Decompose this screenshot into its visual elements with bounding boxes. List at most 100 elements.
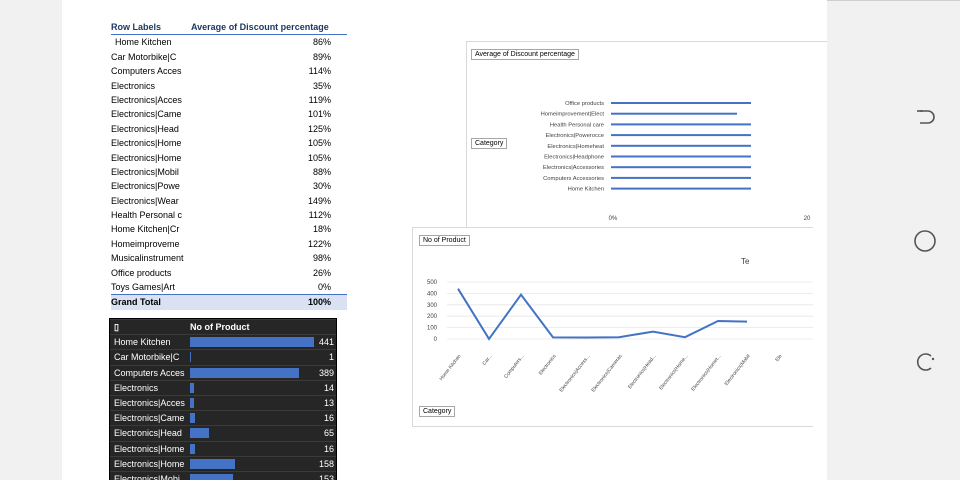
product-table-row: Electronics|Mobi 153 (110, 470, 336, 480)
pivot-row-label[interactable]: Musicalinstrument (111, 251, 191, 265)
pivot-header-value[interactable]: Average of Discount percentage (191, 20, 347, 34)
bar (611, 144, 751, 147)
pivot-row-value[interactable]: 30% (191, 179, 331, 193)
pivot-row-value[interactable]: 122% (191, 237, 331, 251)
data-line (457, 288, 748, 341)
home-circle-icon[interactable] (912, 228, 938, 254)
pivot-row-label[interactable]: Homeimproveme (111, 237, 191, 251)
x-category-label: Electronics|Home... (658, 354, 689, 392)
product-row-value[interactable]: 441 (319, 335, 334, 349)
pivot-row-value[interactable]: 86% (191, 35, 331, 49)
line-chart-plot: 500 400 300 200 100 0 Home Kitchen Car... Comput… (427, 257, 813, 394)
product-count-table: ▯ No of Product Home Kitchen 441 Car Motor… (109, 318, 337, 480)
bar-chart-plot: Office products Homeimprovement|Elect Heal… (541, 101, 811, 222)
product-row-label[interactable]: Electronics (110, 381, 190, 395)
pivot-row-value[interactable]: 89% (191, 50, 331, 64)
product-row-label[interactable]: Computers Acces (110, 366, 190, 380)
product-row-label[interactable]: Electronics|Came (110, 411, 190, 425)
pivot-total-value[interactable]: 100% (191, 295, 331, 309)
pivot-row-value[interactable]: 125% (191, 122, 331, 136)
y-tick-label: 300 (427, 303, 438, 309)
category-label: Computers Accessories (543, 176, 604, 182)
pivot-row-label[interactable]: Electronics|Head (111, 122, 191, 136)
product-row-label[interactable]: Electronics|Home (110, 442, 190, 456)
pivot-row-label[interactable]: Home Kitchen (111, 35, 191, 49)
pivot-row-label[interactable]: Office products (111, 266, 191, 280)
product-line-chart[interactable]: No of Product Category 500 400 300 200 100 0 H… (412, 227, 813, 427)
category-label: Office products (565, 101, 604, 107)
product-table-row: Electronics|Came 16 (110, 410, 336, 425)
y-tick-label: 500 (427, 280, 438, 286)
top-divider (827, 0, 960, 1)
x-category-label: Electronics (538, 353, 558, 376)
product-row-label[interactable]: Electronics|Head (110, 426, 190, 440)
product-table-header-icon[interactable]: ▯ (110, 320, 190, 334)
product-row-value[interactable]: 14 (324, 381, 334, 395)
pivot-total-label[interactable]: Grand Total (111, 295, 191, 309)
product-table-row: Home Kitchen 441 (110, 334, 336, 349)
pivot-row-value[interactable]: 98% (191, 251, 331, 265)
pivot-row-value[interactable]: 26% (191, 266, 331, 280)
pivot-row-value[interactable]: 105% (191, 151, 331, 165)
pivot-row-label[interactable]: Electronics|Came (111, 107, 191, 121)
category-label: Electronics|Accessories (543, 165, 604, 171)
pivot-row-label[interactable]: Electronics|Home (111, 136, 191, 150)
product-table-row: Car Motorbike|C 1 (110, 349, 336, 364)
pivot-row-label[interactable]: Car Motorbike|C (111, 50, 191, 64)
product-table-row: Electronics 14 (110, 379, 336, 395)
pivot-row-label[interactable]: Electronics (111, 79, 191, 93)
product-row-value[interactable]: 1 (329, 350, 334, 364)
x-tick-label: 0% (609, 216, 618, 222)
pivot-row: Electronics|Wear 149% (111, 194, 347, 208)
pivot-row-label[interactable]: Toys Games|Art (111, 280, 191, 294)
product-row-value[interactable]: 153 (319, 472, 334, 480)
product-row-value[interactable]: 158 (319, 457, 334, 471)
product-row-label[interactable]: Electronics|Mobi (110, 472, 190, 480)
product-row-label[interactable]: Electronics|Acces (110, 396, 190, 410)
product-table-row: Electronics|Home 16 (110, 440, 336, 456)
product-row-label[interactable]: Electronics|Home (110, 457, 190, 471)
category-label: Homeimprovement|Elect (541, 112, 605, 118)
pivot-row: Car Motorbike|C 89% (111, 50, 347, 64)
pivot-row-value[interactable]: 105% (191, 136, 331, 150)
x-category-label: Electronics|Access... (558, 354, 591, 394)
data-bar (190, 337, 314, 348)
product-row-label[interactable]: Home Kitchen (110, 335, 190, 349)
pivot-row-label[interactable]: Electronics|Wear (111, 194, 191, 208)
product-row-value[interactable]: 16 (324, 411, 334, 425)
product-row-label[interactable]: Car Motorbike|C (110, 350, 190, 364)
data-bar (190, 473, 234, 480)
pivot-row-value[interactable]: 35% (191, 79, 331, 93)
pivot-row-value[interactable]: 112% (191, 208, 331, 222)
pivot-row-label[interactable]: Electronics|Home (111, 151, 191, 165)
data-bar (190, 382, 194, 393)
back-icon[interactable] (914, 108, 938, 128)
pivot-row-value[interactable]: 0% (191, 280, 331, 294)
product-row-value[interactable]: 13 (324, 396, 334, 410)
pivot-header-label[interactable]: Row Labels (111, 20, 191, 34)
pivot-row-label[interactable]: Electronics|Mobil (111, 165, 191, 179)
y-tick-label: 400 (427, 291, 438, 297)
x-category-label: Electronics|Homet... (690, 354, 722, 393)
pivot-row-value[interactable]: 119% (191, 93, 331, 107)
product-row-value[interactable]: 16 (324, 442, 334, 456)
product-row-value[interactable]: 389 (319, 366, 334, 380)
y-tick-label: 0 (434, 337, 438, 343)
pivot-row-label[interactable]: Home Kitchen|Cr (111, 222, 191, 236)
x-category-label: Ele (774, 353, 783, 363)
product-row-value[interactable]: 65 (324, 426, 334, 440)
pivot-row-value[interactable]: 114% (191, 64, 331, 78)
pivot-row-label[interactable]: Electronics|Powe (111, 179, 191, 193)
pivot-row-label[interactable]: Health Personal c (111, 208, 191, 222)
recent-apps-icon[interactable] (914, 350, 938, 374)
pivot-row-value[interactable]: 149% (191, 194, 331, 208)
pivot-row-label[interactable]: Electronics|Acces (111, 93, 191, 107)
product-table-header-label[interactable]: No of Product (190, 320, 250, 334)
data-bar (190, 367, 300, 378)
pivot-row-value[interactable]: 101% (191, 107, 331, 121)
pivot-row-value[interactable]: 18% (191, 222, 331, 236)
product-table-row: Computers Acces 389 (110, 364, 336, 380)
pivot-row-label[interactable]: Computers Acces (111, 64, 191, 78)
discount-bar-chart[interactable]: Average of Discount percentage Category … (466, 41, 827, 228)
pivot-row-value[interactable]: 88% (191, 165, 331, 179)
